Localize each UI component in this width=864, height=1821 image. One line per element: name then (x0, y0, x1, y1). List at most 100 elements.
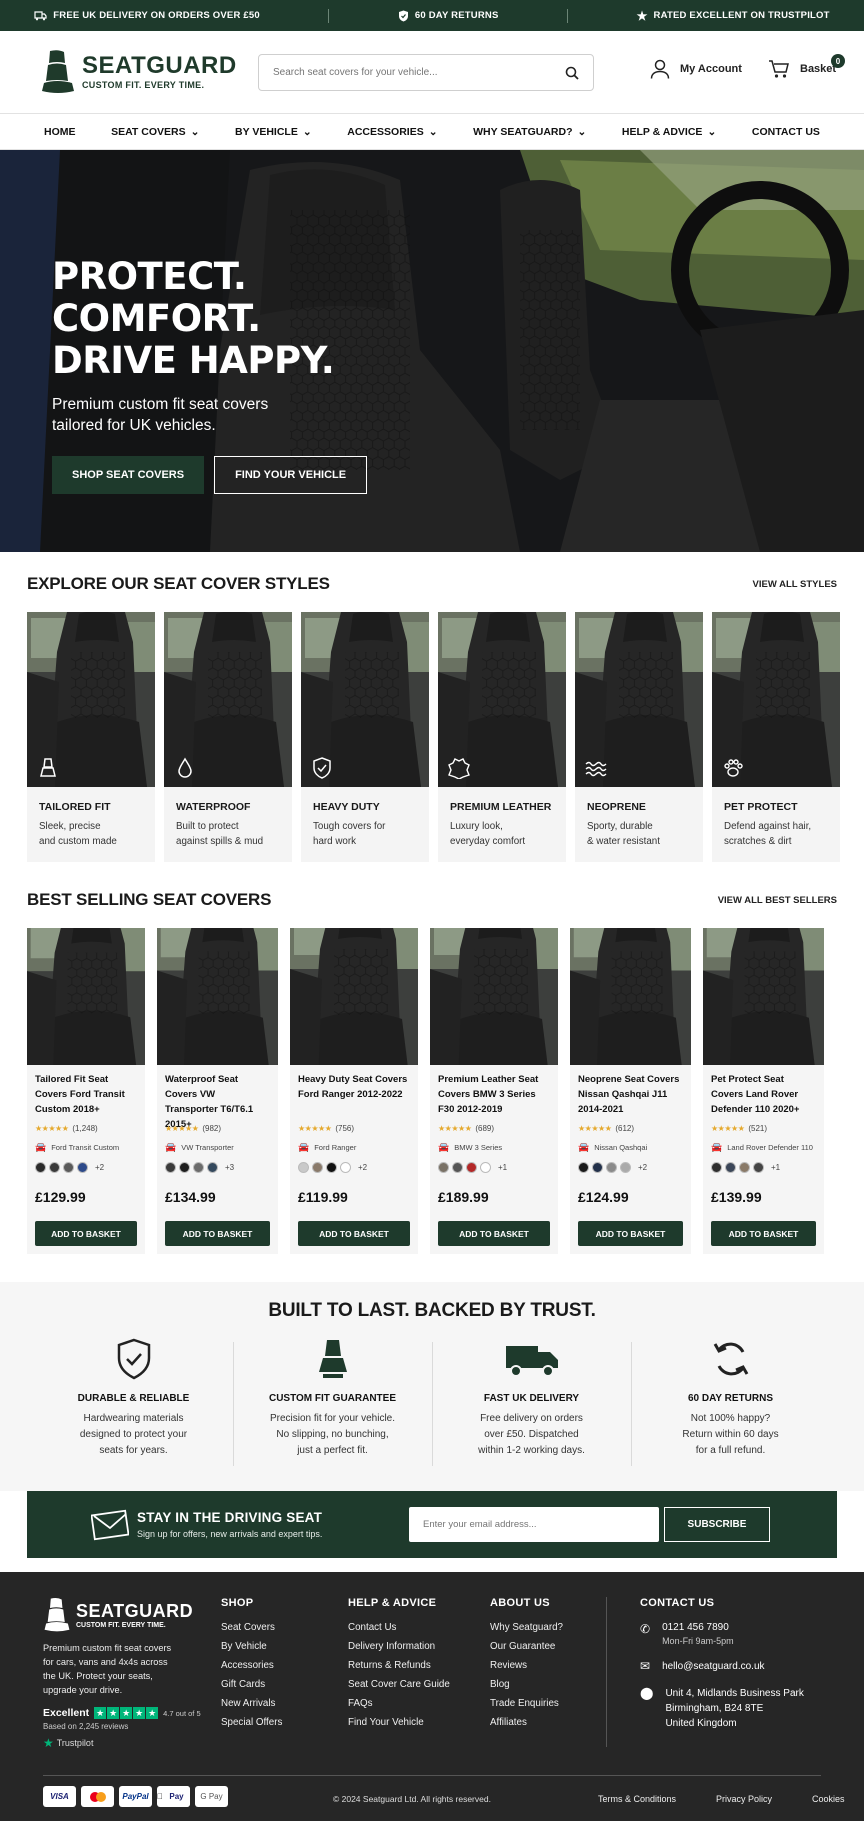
color-swatch[interactable] (49, 1162, 60, 1173)
shop-seat-covers-button[interactable]: SHOP SEAT COVERS (52, 456, 205, 494)
style-card-premium-leather[interactable]: PREMIUM LEATHER Luxury look, everyday com… (438, 612, 566, 862)
add-to-basket-button[interactable]: ADD TO BASKET (165, 1221, 270, 1246)
footer-link[interactable]: New Arrivals (221, 1698, 282, 1709)
footer-link[interactable]: Blog (490, 1679, 563, 1690)
footer-link[interactable]: Returns & Refunds (348, 1660, 450, 1671)
color-swatch[interactable] (63, 1162, 74, 1173)
footer-link[interactable]: Our Guarantee (490, 1641, 563, 1652)
subscribe-button[interactable]: SUBSCRIBE (664, 1507, 770, 1542)
terms-link[interactable]: Terms & Conditions (598, 1794, 676, 1804)
product-image[interactable] (703, 928, 824, 1065)
product-image[interactable] (27, 928, 145, 1065)
footer-link[interactable]: Affiliates (490, 1717, 563, 1728)
footer-link[interactable]: Special Offers (221, 1717, 282, 1728)
add-to-basket-button[interactable]: ADD TO BASKET (438, 1221, 550, 1246)
footer-link[interactable]: Trade Enquiries (490, 1698, 563, 1709)
email-field[interactable] (409, 1507, 659, 1542)
privacy-link[interactable]: Privacy Policy (716, 1794, 772, 1804)
color-swatch[interactable] (620, 1162, 631, 1173)
product-card[interactable]: Neoprene Seat Covers Nissan Qashqai J11 … (570, 928, 691, 1254)
color-swatch[interactable] (739, 1162, 750, 1173)
color-swatch[interactable] (35, 1162, 46, 1173)
color-swatch[interactable] (725, 1162, 736, 1173)
color-swatch[interactable] (165, 1162, 176, 1173)
product-name[interactable]: Tailored Fit Seat Covers Ford Transit Cu… (35, 1072, 137, 1118)
basket-link[interactable]: Basket 0 (768, 54, 845, 79)
footer-link[interactable]: Accessories (221, 1660, 282, 1671)
color-swatch[interactable] (466, 1162, 477, 1173)
product-card[interactable]: Premium Leather Seat Covers BMW 3 Series… (430, 928, 558, 1254)
style-card-heavy-duty[interactable]: HEAVY DUTY Tough covers for hard work (301, 612, 429, 862)
style-card-neoprene[interactable]: NEOPRENE Sporty, durable & water resistan… (575, 612, 703, 862)
nav-by-vehicle[interactable]: BY VEHICLE ⌄ (235, 126, 312, 138)
color-swatch[interactable] (179, 1162, 190, 1173)
footer-link[interactable]: Find Your Vehicle (348, 1717, 450, 1728)
color-swatch[interactable] (312, 1162, 323, 1173)
color-swatch[interactable] (606, 1162, 617, 1173)
color-swatch[interactable] (711, 1162, 722, 1173)
product-image[interactable] (570, 928, 691, 1065)
product-name[interactable]: Heavy Duty Seat Covers Ford Ranger 2012-… (298, 1072, 410, 1118)
product-name[interactable]: Waterproof Seat Covers VW Transporter T6… (165, 1072, 270, 1130)
footer-link[interactable]: Delivery Information (348, 1641, 450, 1652)
product-card[interactable]: Heavy Duty Seat Covers Ford Ranger 2012-… (290, 928, 418, 1254)
color-swatch[interactable] (326, 1162, 337, 1173)
payment-methods: VISA PayPal Pay G Pay (43, 1786, 228, 1807)
contact-phone[interactable]: ✆ 0121 456 7890 Mon-Fri 9am-5pm (640, 1622, 840, 1646)
color-swatch[interactable] (193, 1162, 204, 1173)
trustpilot-widget[interactable]: Excellent ★ ★ ★ ★ ★ 4.7 out of 5 (43, 1707, 223, 1719)
product-card[interactable]: Tailored Fit Seat Covers Ford Transit Cu… (27, 928, 145, 1254)
logo[interactable]: SEATGUARD CUSTOM FIT. EVERY TIME. (40, 49, 237, 95)
product-image[interactable] (157, 928, 278, 1065)
product-name[interactable]: Pet Protect Seat Covers Land Rover Defen… (711, 1072, 816, 1118)
color-swatch[interactable] (77, 1162, 88, 1173)
style-card-waterproof[interactable]: WATERPROOF Built to protect against spill… (164, 612, 292, 862)
style-card-pet-protect[interactable]: PET PROTECT Defend against hair, scratche… (712, 612, 840, 862)
footer-link[interactable]: Why Seatguard? (490, 1622, 563, 1633)
trust-title: CUSTOM FIT GUARANTEE (268, 1393, 397, 1404)
search-icon[interactable] (565, 66, 579, 80)
footer-link[interactable]: By Vehicle (221, 1641, 282, 1652)
nav-seat-covers[interactable]: SEAT COVERS ⌄ (111, 126, 199, 138)
footer-logo[interactable]: SEATGUARD CUSTOM FIT. EVERY TIME. (43, 1597, 223, 1633)
color-swatch[interactable] (298, 1162, 309, 1173)
account-link[interactable]: My Account (650, 59, 742, 79)
search-input[interactable] (273, 67, 565, 78)
nav-home[interactable]: HOME (44, 126, 76, 138)
add-to-basket-button[interactable]: ADD TO BASKET (711, 1221, 816, 1246)
product-card[interactable]: Pet Protect Seat Covers Land Rover Defen… (703, 928, 824, 1254)
product-card[interactable]: Waterproof Seat Covers VW Transporter T6… (157, 928, 278, 1254)
product-image[interactable] (290, 928, 418, 1065)
color-swatch[interactable] (578, 1162, 589, 1173)
footer-link[interactable]: Gift Cards (221, 1679, 282, 1690)
color-swatch[interactable] (753, 1162, 764, 1173)
color-swatch[interactable] (480, 1162, 491, 1173)
add-to-basket-button[interactable]: ADD TO BASKET (298, 1221, 410, 1246)
color-swatch[interactable] (340, 1162, 351, 1173)
color-swatch[interactable] (592, 1162, 603, 1173)
nav-why-seatguard[interactable]: WHY SEATGUARD? ⌄ (473, 126, 586, 138)
find-your-vehicle-button[interactable]: FIND YOUR VEHICLE (214, 456, 368, 494)
color-swatch[interactable] (452, 1162, 463, 1173)
footer-link[interactable]: Seat Cover Care Guide (348, 1679, 450, 1690)
product-name[interactable]: Neoprene Seat Covers Nissan Qashqai J11 … (578, 1072, 683, 1118)
add-to-basket-button[interactable]: ADD TO BASKET (578, 1221, 683, 1246)
review-count: (689) (475, 1124, 495, 1133)
product-image[interactable] (430, 928, 558, 1065)
style-card-tailored-fit[interactable]: TAILORED FIT Sleek, precise and custom ma… (27, 612, 155, 862)
footer-link[interactable]: Seat Covers (221, 1622, 282, 1633)
product-name[interactable]: Premium Leather Seat Covers BMW 3 Series… (438, 1072, 550, 1118)
add-to-basket-button[interactable]: ADD TO BASKET (35, 1221, 137, 1246)
footer-link[interactable]: Reviews (490, 1660, 563, 1671)
contact-email[interactable]: ✉ hello@seatguard.co.uk (640, 1659, 840, 1673)
footer-link[interactable]: Contact Us (348, 1622, 450, 1633)
view-all-bestsellers-link[interactable]: VIEW ALL BEST SELLERS (718, 895, 837, 906)
view-all-styles-link[interactable]: VIEW ALL STYLES (753, 579, 837, 590)
cookies-link[interactable]: Cookies (812, 1794, 845, 1804)
footer-link[interactable]: FAQs (348, 1698, 450, 1709)
nav-help-advice[interactable]: HELP & ADVICE ⌄ (622, 126, 716, 138)
nav-accessories[interactable]: ACCESSORIES ⌄ (347, 126, 437, 138)
color-swatch[interactable] (438, 1162, 449, 1173)
color-swatch[interactable] (207, 1162, 218, 1173)
nav-contact-us[interactable]: CONTACT US (752, 126, 820, 138)
